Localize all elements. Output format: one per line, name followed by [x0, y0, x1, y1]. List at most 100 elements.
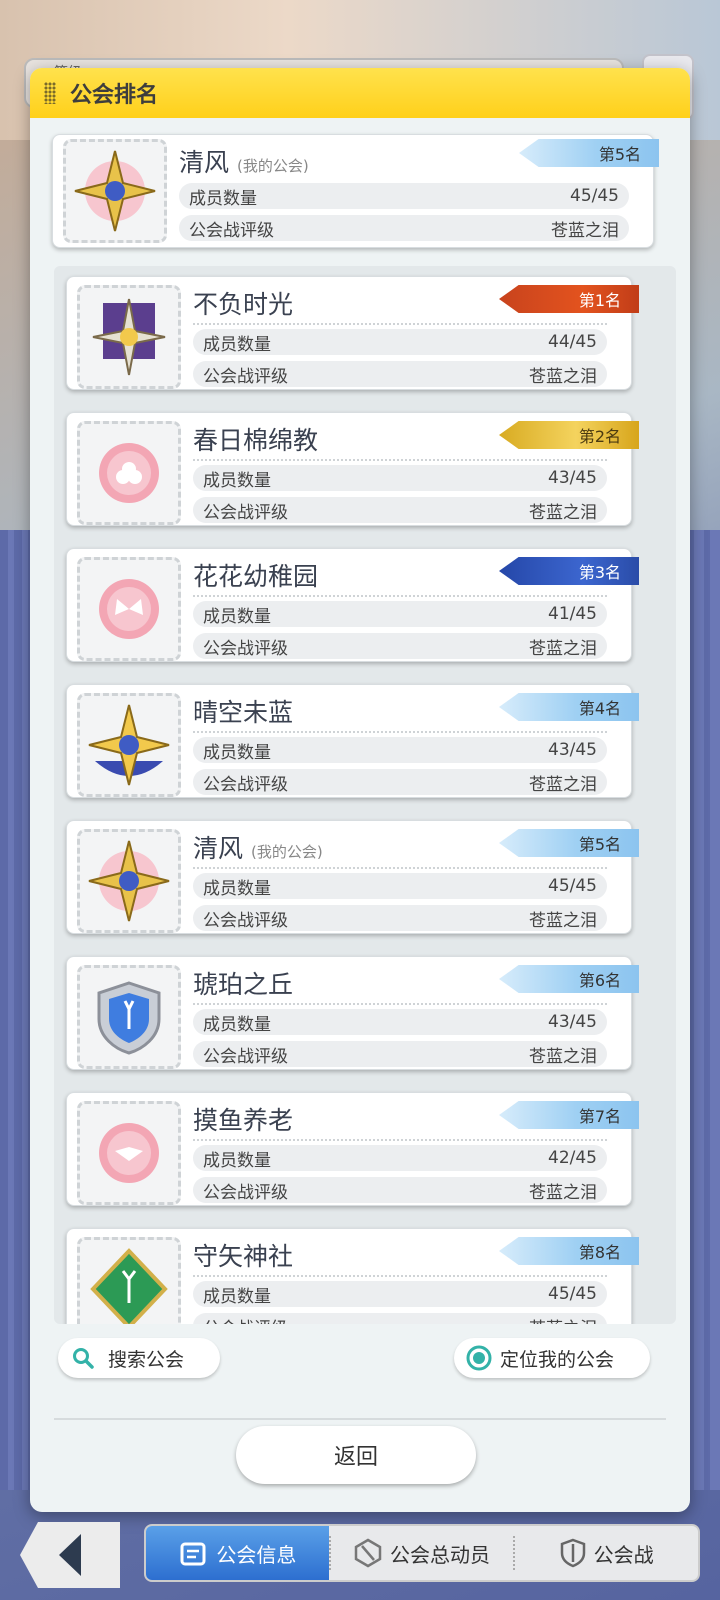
rating-row: 公会战评级 苍蓝之泪 — [193, 361, 607, 387]
members-value: 43/45 — [548, 468, 597, 488]
rating-value: 苍蓝之泪 — [529, 638, 597, 659]
rank-text: 第4名 — [578, 699, 621, 718]
rank-text: 第6名 — [578, 971, 621, 990]
rank-badge: 第5名 — [519, 139, 659, 167]
name-divider — [193, 459, 607, 461]
rating-value: 苍蓝之泪 — [529, 502, 597, 523]
rank-text: 第5名 — [598, 145, 641, 164]
guild-name-text: 摸鱼养老 — [193, 1106, 294, 1135]
rank-text: 第3名 — [578, 563, 621, 582]
members-value: 44/45 — [548, 332, 597, 352]
name-divider — [193, 1275, 607, 1277]
banner-emblem-icon — [77, 285, 181, 389]
rank-badge: 第7名 — [499, 1101, 639, 1129]
members-row: 成员数量 42/45 — [193, 1145, 607, 1171]
grip-icon — [44, 82, 56, 104]
members-label: 成员数量 — [203, 470, 271, 491]
rating-value: 苍蓝之泪 — [529, 774, 597, 795]
guild-name: 晴空未蓝 — [193, 693, 301, 729]
guild-mine-tag: (我的公会) — [251, 843, 323, 861]
rating-row: 公会战评级 苍蓝之泪 — [193, 1177, 607, 1203]
members-value: 45/45 — [548, 876, 597, 896]
pink-flower-emblem-icon — [77, 421, 181, 525]
members-label: 成员数量 — [203, 1286, 271, 1307]
tab-guild-info[interactable]: 公会信息 — [146, 1526, 329, 1580]
tab-guild-mobilization[interactable]: 公会总动员 — [331, 1526, 514, 1580]
rating-row: 公会战评级 苍蓝之泪 — [179, 215, 629, 241]
name-divider — [193, 867, 607, 869]
members-label: 成员数量 — [203, 606, 271, 627]
members-label: 成员数量 — [203, 1150, 271, 1171]
ranking-list[interactable]: 不负时光 第1名 成员数量 44/45 公会战评级 苍蓝之泪 春日棉绵教 第2名 成员数量 43/… — [54, 266, 676, 1324]
guild-name-text: 琥珀之丘 — [193, 970, 294, 999]
guild-card[interactable]: 摸鱼养老 第7名成员数量 42/45 公会战评级 苍蓝之泪 — [66, 1092, 639, 1206]
rating-label: 公会战评级 — [203, 910, 288, 931]
guild-card[interactable]: 琥珀之丘 第6名成员数量 43/45 公会战评级 苍蓝之泪 — [66, 956, 639, 1070]
guild-card[interactable]: 守矢神社 第8名成员数量 45/45 公会战评级 苍蓝之泪 — [66, 1228, 639, 1325]
name-divider — [193, 323, 607, 325]
members-row: 成员数量 41/45 — [193, 601, 607, 627]
rating-row: 公会战评级 苍蓝之泪 — [193, 633, 607, 659]
guild-name: 花花幼稚园 — [193, 557, 326, 593]
tab-guild-mobilization-label: 公会总动员 — [390, 1542, 490, 1567]
back-arrow-icon — [59, 1534, 81, 1576]
members-value: 42/45 — [548, 1148, 597, 1168]
rating-label: 公会战评级 — [189, 220, 274, 241]
members-row: 成员数量 43/45 — [193, 737, 607, 763]
dialog-header: 公会排名 — [30, 68, 690, 118]
green-deer-emblem-icon — [77, 1237, 181, 1324]
rating-value: 苍蓝之泪 — [529, 1314, 597, 1325]
members-label: 成员数量 — [203, 878, 271, 899]
guild-name-text: 晴空未蓝 — [193, 698, 294, 727]
rank-text: 第5名 — [578, 835, 621, 854]
members-row: 成员数量 43/45 — [193, 465, 607, 491]
guild-info-icon — [180, 1542, 206, 1566]
guild-name-text: 清风 — [193, 834, 244, 863]
rank-text: 第8名 — [578, 1243, 621, 1262]
members-label: 成员数量 — [203, 334, 271, 355]
deer-shield-emblem-icon — [77, 965, 181, 1069]
rating-row: 公会战评级 苍蓝之泪 — [193, 497, 607, 523]
rating-row: 公会战评级 苍蓝之泪 — [193, 905, 607, 931]
members-value: 43/45 — [548, 1012, 597, 1032]
name-divider — [193, 731, 607, 733]
star-flower-emblem-icon — [63, 139, 167, 243]
rating-label: 公会战评级 — [203, 774, 288, 795]
guild-card[interactable]: 不负时光 第1名 成员数量 44/45 公会战评级 苍蓝之泪 — [66, 276, 639, 390]
rating-row: 公会战评级 苍蓝之泪 — [193, 1041, 607, 1067]
rank-badge: 第1名 — [499, 285, 639, 313]
guild-card[interactable]: 晴空未蓝 第4名成员数量 43/45 公会战评级 苍蓝之泪 — [66, 684, 639, 798]
rank-text: 第7名 — [578, 1107, 621, 1126]
members-value: 43/45 — [548, 740, 597, 760]
tab-guild-war-label: 公会战 — [593, 1542, 654, 1567]
rating-value: 苍蓝之泪 — [529, 366, 597, 387]
rating-value: 苍蓝之泪 — [529, 1182, 597, 1203]
guild-name-text: 守矢神社 — [193, 1242, 294, 1271]
my-guild-name-text: 清风 — [179, 148, 230, 177]
back-button[interactable] — [20, 1522, 120, 1588]
tab-guild-war[interactable]: 公会战 — [515, 1526, 698, 1580]
rank-text: 第1名 — [578, 291, 621, 310]
return-button[interactable]: 返回 — [236, 1426, 476, 1484]
rating-label: 公会战评级 — [203, 366, 288, 387]
search-guild-button[interactable]: 搜索公会 — [58, 1338, 220, 1378]
guild-card[interactable]: 花花幼稚园 第3名成员数量 41/45 公会战评级 苍蓝之泪 — [66, 548, 639, 662]
members-label: 成员数量 — [203, 742, 271, 763]
guild-name: 摸鱼养老 — [193, 1101, 301, 1137]
members-row: 成员数量 43/45 — [193, 1009, 607, 1035]
guild-card[interactable]: 清风 (我的公会) 第5名成员数量 45/45 公会战评级 苍蓝之泪 — [66, 820, 639, 934]
guild-ranking-dialog: 公会排名 清风 (我的公会) 第5名 成员数量 45/45 公会战评级 苍蓝之泪 … — [30, 68, 690, 1512]
rank-badge: 第4名 — [499, 693, 639, 721]
rank-badge: 第3名 — [499, 557, 639, 585]
rating-label: 公会战评级 — [203, 1314, 288, 1325]
rating-label: 公会战评级 — [203, 502, 288, 523]
locate-my-guild-button[interactable]: 定位我的公会 — [454, 1338, 650, 1378]
guild-card[interactable]: 春日棉绵教 第2名 成员数量 43/45 公会战评级 苍蓝之泪 — [66, 412, 639, 526]
members-row: 成员数量 44/45 — [193, 329, 607, 355]
members-label: 成员数量 — [189, 188, 257, 209]
rating-label: 公会战评级 — [203, 638, 288, 659]
my-guild-card[interactable]: 清风 (我的公会) 第5名 成员数量 45/45 公会战评级 苍蓝之泪 — [52, 134, 659, 248]
rating-value: 苍蓝之泪 — [529, 1046, 597, 1067]
pink-butterfly-emblem-icon — [77, 557, 181, 661]
my-guild-name: 清风 (我的公会) — [179, 143, 309, 179]
